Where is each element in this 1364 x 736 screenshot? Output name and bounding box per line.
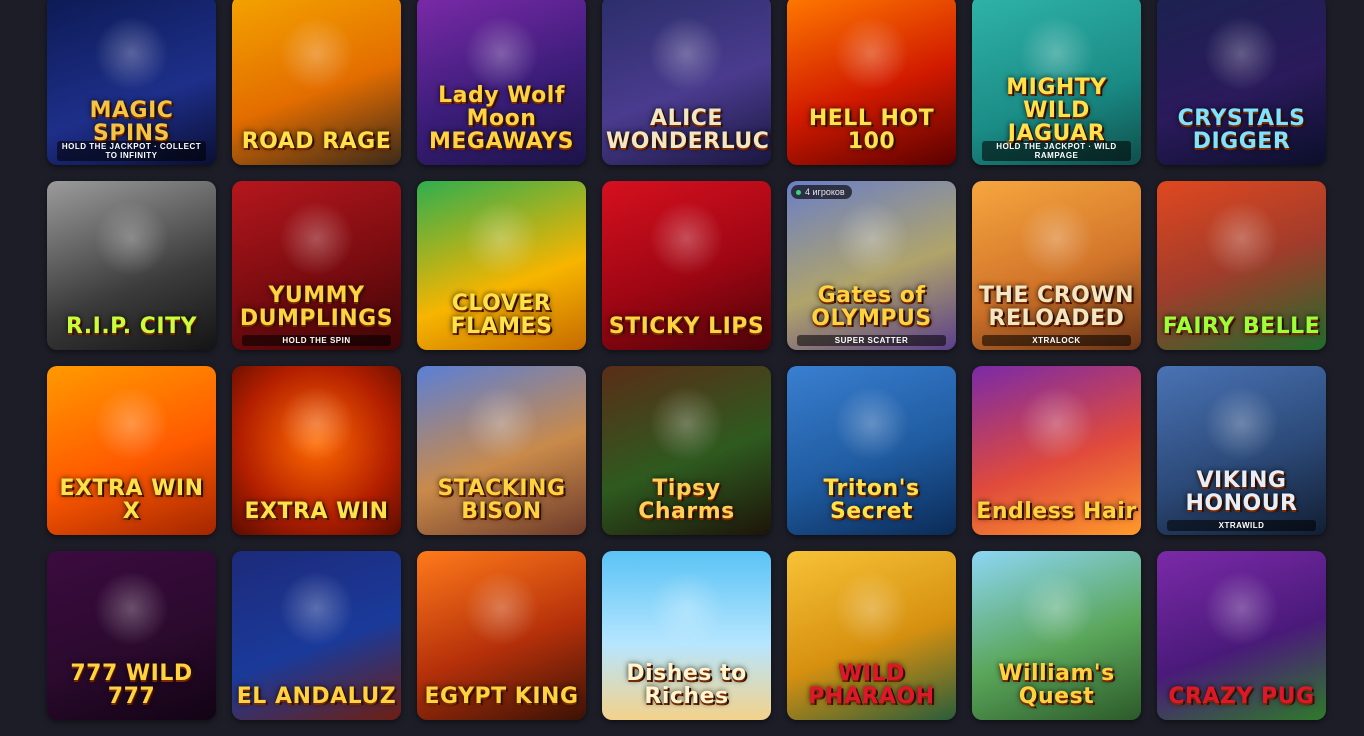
- game-title: FAIRY BELLE: [1162, 313, 1321, 339]
- game-title: STACKING BISON: [437, 475, 566, 524]
- artwork-highlight: [464, 201, 539, 276]
- game-title: EXTRA WIN X: [59, 475, 204, 524]
- game-title: ROAD RAGE: [241, 128, 392, 154]
- game-tile[interactable]: R.I.P. CITY: [47, 181, 216, 350]
- game-tile[interactable]: MIGHTY WILD JAGUAR HOLD THE JACKPOT · WIL…: [972, 0, 1141, 165]
- game-tile[interactable]: FAIRY BELLE: [1157, 181, 1326, 350]
- game-title: CLOVER FLAMES: [450, 290, 553, 339]
- artwork-highlight: [1019, 386, 1094, 461]
- artwork-highlight: [464, 16, 539, 91]
- game-tile[interactable]: Tipsy Charms: [602, 366, 771, 535]
- artwork-highlight: [279, 201, 354, 276]
- artwork-highlight: [279, 16, 354, 91]
- game-subtitle: XTRAWILD: [1167, 520, 1316, 531]
- artwork-highlight: [464, 571, 539, 646]
- game-title: Triton's Secret: [823, 475, 920, 524]
- game-tile[interactable]: EGYPT KING: [417, 551, 586, 720]
- game-tile[interactable]: CRAZY PUG: [1157, 551, 1326, 720]
- artwork-highlight: [464, 386, 539, 461]
- artwork-highlight: [1204, 386, 1279, 461]
- game-tile[interactable]: CLOVER FLAMES: [417, 181, 586, 350]
- game-tile[interactable]: Triton's Secret: [787, 366, 956, 535]
- game-title: Tipsy Charms: [638, 475, 735, 524]
- game-title: R.I.P. CITY: [65, 313, 198, 339]
- game-tile[interactable]: EXTRA WIN X: [47, 366, 216, 535]
- game-title: MAGIC SPINS: [89, 97, 174, 146]
- game-title: THE CROWN RELOADED: [978, 282, 1135, 331]
- game-title: VIKING HONOUR: [1185, 467, 1298, 516]
- artwork-highlight: [834, 201, 909, 276]
- artwork-highlight: [1204, 201, 1279, 276]
- artwork-highlight: [279, 571, 354, 646]
- players-online-badge: 4 игроков: [791, 185, 852, 199]
- artwork-highlight: [649, 571, 724, 646]
- game-title: YUMMY DUMPLINGS: [239, 282, 394, 331]
- artwork-highlight: [94, 571, 169, 646]
- game-title: EGYPT KING: [424, 683, 579, 709]
- game-tile[interactable]: MAGIC SPINS HOLD THE JACKPOT · COLLECT TO…: [47, 0, 216, 165]
- game-title: 777 WILD 777: [70, 660, 193, 709]
- game-title: MIGHTY WILD JAGUAR: [1006, 74, 1107, 146]
- game-tile[interactable]: Dishes to Riches: [602, 551, 771, 720]
- game-title: Endless Hair: [976, 498, 1137, 524]
- artwork-highlight: [834, 571, 909, 646]
- game-tile[interactable]: STACKING BISON: [417, 366, 586, 535]
- artwork-highlight: [649, 16, 724, 91]
- artwork-highlight: [1204, 571, 1279, 646]
- game-subtitle: XTRALOCK: [982, 335, 1131, 346]
- game-title: CRAZY PUG: [1168, 683, 1315, 709]
- game-tile[interactable]: YUMMY DUMPLINGS HOLD THE SPIN: [232, 181, 401, 350]
- game-title: William's Quest: [998, 660, 1115, 709]
- artwork-highlight: [1019, 201, 1094, 276]
- game-title: Lady Wolf Moon MEGAWAYS: [429, 82, 574, 154]
- game-subtitle: HOLD THE JACKPOT · COLLECT TO INFINITY: [57, 141, 206, 161]
- game-tile[interactable]: HELL HOT 100: [787, 0, 956, 165]
- game-title: HELL HOT 100: [808, 105, 935, 154]
- players-count: 4 игроков: [805, 187, 845, 197]
- artwork-highlight: [279, 386, 354, 461]
- game-title: WILD PHARAOH: [808, 660, 935, 709]
- game-tile[interactable]: William's Quest: [972, 551, 1141, 720]
- game-subtitle: HOLD THE SPIN: [242, 335, 391, 346]
- game-title: Dishes to Riches: [626, 660, 747, 709]
- artwork-highlight: [834, 386, 909, 461]
- game-tile[interactable]: EXTRA WIN: [232, 366, 401, 535]
- game-tile[interactable]: STICKY LIPS: [602, 181, 771, 350]
- game-title: Gates of OLYMPUS: [811, 282, 932, 331]
- artwork-highlight: [1019, 571, 1094, 646]
- game-tile[interactable]: ALICE WONDERLUCK: [602, 0, 771, 165]
- online-dot-icon: [796, 189, 801, 195]
- artwork-highlight: [94, 16, 169, 91]
- game-title: EL ANDALUZ: [236, 683, 397, 709]
- games-grid: MAGIC SPINS HOLD THE JACKPOT · COLLECT TO…: [47, 0, 1326, 720]
- game-subtitle: HOLD THE JACKPOT · WILD RAMPAGE: [982, 141, 1131, 161]
- game-title: STICKY LIPS: [608, 313, 765, 339]
- artwork-highlight: [94, 201, 169, 276]
- artwork-highlight: [649, 201, 724, 276]
- game-tile[interactable]: WILD PHARAOH: [787, 551, 956, 720]
- game-tile[interactable]: VIKING HONOUR XTRAWILD: [1157, 366, 1326, 535]
- game-tile[interactable]: 777 WILD 777: [47, 551, 216, 720]
- game-tile[interactable]: 4 игроков Gates of OLYMPUS SUPER SCATTER: [787, 181, 956, 350]
- game-tile[interactable]: EL ANDALUZ: [232, 551, 401, 720]
- artwork-highlight: [1204, 16, 1279, 91]
- game-tile[interactable]: THE CROWN RELOADED XTRALOCK: [972, 181, 1141, 350]
- game-title: CRYSTALS DIGGER: [1177, 105, 1306, 154]
- game-title: EXTRA WIN: [244, 498, 389, 524]
- game-tile[interactable]: ROAD RAGE: [232, 0, 401, 165]
- artwork-highlight: [94, 386, 169, 461]
- game-tile[interactable]: Lady Wolf Moon MEGAWAYS: [417, 0, 586, 165]
- game-subtitle: SUPER SCATTER: [797, 335, 946, 346]
- game-title: ALICE WONDERLUCK: [606, 105, 771, 154]
- artwork-highlight: [834, 16, 909, 91]
- game-tile[interactable]: CRYSTALS DIGGER: [1157, 0, 1326, 165]
- game-tile[interactable]: Endless Hair: [972, 366, 1141, 535]
- artwork-highlight: [649, 386, 724, 461]
